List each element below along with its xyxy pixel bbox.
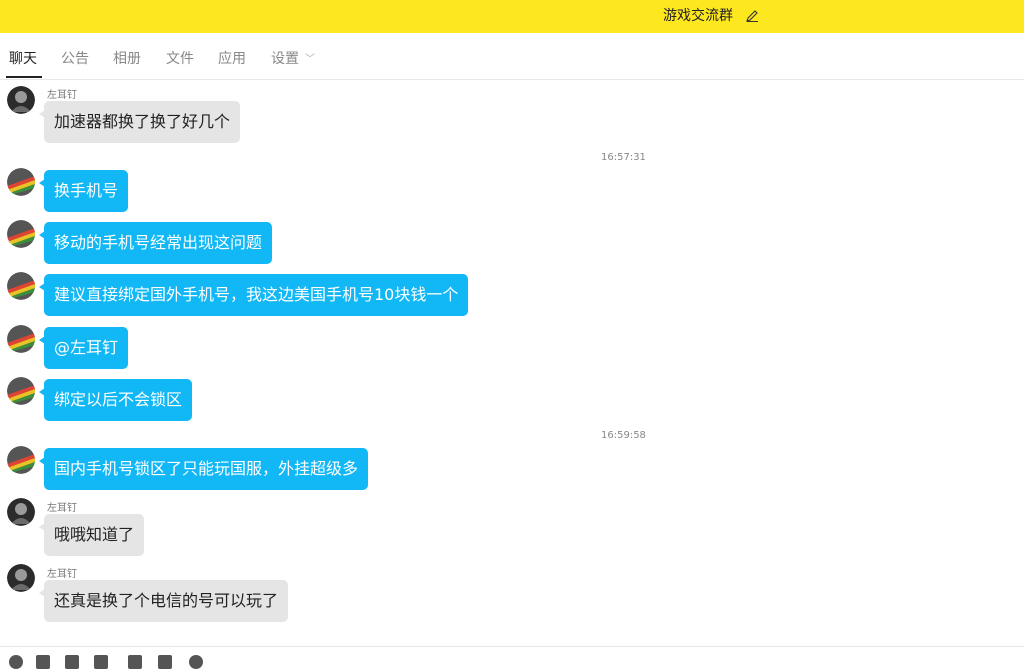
tab-bar: 聊天 公告 相册 文件 应用 设置 ﹀ xyxy=(0,33,1024,80)
avatar-self[interactable] xyxy=(7,220,35,248)
title-bar: 游戏交流群 xyxy=(0,0,1024,33)
input-toolbar xyxy=(0,646,1024,669)
message-bubble[interactable]: 绑定以后不会锁区 xyxy=(38,379,193,421)
message-bubble[interactable]: 换手机号 xyxy=(38,170,129,212)
tab-settings[interactable]: 设置 ﹀ xyxy=(271,49,315,71)
screenshot-icon[interactable] xyxy=(36,655,50,669)
tab-announcement[interactable]: 公告 xyxy=(61,49,89,69)
tab-album[interactable]: 相册 xyxy=(113,49,141,69)
sender-name: 左耳钉 xyxy=(47,90,77,101)
emoji-icon[interactable] xyxy=(9,655,23,669)
tab-files[interactable]: 文件 xyxy=(166,49,194,69)
avatar-self[interactable] xyxy=(7,446,35,474)
message-bubble[interactable]: 建议直接绑定国外手机号，我这边美国手机号10块钱一个 xyxy=(38,274,469,316)
tab-apps[interactable]: 应用 xyxy=(218,49,246,69)
tab-chat[interactable]: 聊天 xyxy=(9,49,37,69)
avatar-self[interactable] xyxy=(7,377,35,405)
scissors-icon[interactable] xyxy=(65,655,79,669)
message-bubble[interactable]: 加速器都换了换了好几个 xyxy=(38,101,241,143)
image-icon[interactable] xyxy=(158,655,172,669)
folder-icon[interactable] xyxy=(94,655,108,669)
timestamp: 16:57:31 xyxy=(601,152,646,163)
bell-icon[interactable] xyxy=(189,655,203,669)
pencil-icon[interactable] xyxy=(745,9,759,23)
sender-name: 左耳钉 xyxy=(47,503,77,514)
chevron-down-icon: ﹀ xyxy=(305,54,315,65)
avatar-self[interactable] xyxy=(7,272,35,300)
tab-settings-label: 设置 xyxy=(271,51,299,67)
group-title[interactable]: 游戏交流群 xyxy=(663,0,733,33)
message-bubble[interactable]: 还真是换了个电信的号可以玩了 xyxy=(38,580,289,622)
message-bubble[interactable]: 国内手机号锁区了只能玩国服，外挂超级多 xyxy=(38,448,369,490)
avatar-zuoerding[interactable] xyxy=(7,86,35,114)
avatar-self[interactable] xyxy=(7,325,35,353)
avatar-zuoerding[interactable] xyxy=(7,498,35,526)
avatar-self[interactable] xyxy=(7,168,35,196)
message-bubble[interactable]: @左耳钉 xyxy=(38,327,129,369)
sender-name: 左耳钉 xyxy=(47,569,77,580)
avatar-zuoerding[interactable] xyxy=(7,564,35,592)
file-icon[interactable] xyxy=(128,655,142,669)
chat-area[interactable]: 左耳钉 加速器都换了换了好几个 16:57:31 换手机号 移动的手机号经常出现… xyxy=(0,80,1024,646)
message-bubble[interactable]: 移动的手机号经常出现这问题 xyxy=(38,222,273,264)
active-tab-indicator xyxy=(6,76,42,78)
message-bubble[interactable]: 哦哦知道了 xyxy=(38,514,145,556)
timestamp: 16:59:58 xyxy=(601,430,646,441)
